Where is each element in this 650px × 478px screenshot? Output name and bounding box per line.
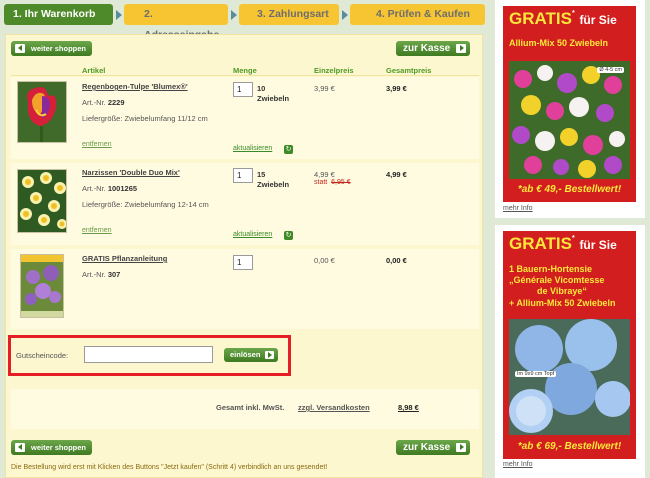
remove-item-link[interactable]: entfernen [82, 141, 112, 148]
table-row: Narzissen 'Double Duo Mix' Art.-Nr. 1001… [11, 163, 479, 245]
product-artnr: Art.-Nr. 1001265 [82, 184, 138, 193]
voucher-label: Gutscheincode: [16, 351, 69, 360]
product-artnr: Art.-Nr. 307 [82, 270, 121, 279]
checkout-steps: 1. Ihr Warenkorb 2. Adresseingabe 3. Zah… [0, 0, 488, 41]
table-row: GRATIS Pflanzanleitung Art.-Nr. 307 1 0,… [11, 249, 479, 329]
refresh-icon[interactable]: ↻ [284, 231, 293, 240]
quantity-unit: 15 Zwiebeln [257, 170, 290, 189]
weiter-shoppen-button-bottom[interactable]: weiter shoppen [11, 440, 93, 455]
arrow-right-icon [456, 44, 467, 53]
zur-kasse-button-top[interactable]: zur Kasse [396, 41, 471, 56]
unit-price: 3,99 € [314, 84, 335, 93]
quantity-unit: 10 Zwiebeln [257, 84, 290, 103]
promo-size-note: Ø 4-5 cm [597, 67, 624, 73]
promo-photo-hortensie: Im 9x9 cm Topf [509, 319, 630, 435]
promo-banner[interactable]: GRATIS* für Sie 1 Bauern-Hortensie „Géné… [503, 231, 636, 459]
order-summary: Gesamt inkl. MwSt. zzgl. Versandkosten 8… [11, 389, 479, 429]
grand-total: 8,98 € [398, 403, 419, 412]
refresh-icon[interactable]: ↻ [284, 145, 293, 154]
remove-item-link[interactable]: entfernen [82, 227, 112, 234]
product-name-link[interactable]: Narzissen 'Double Duo Mix' [82, 168, 180, 177]
promo-photo-allium: Ø 4-5 cm [509, 61, 630, 179]
weiter-shoppen-button-top[interactable]: weiter shoppen [11, 41, 93, 56]
update-quantity-link[interactable]: aktualisieren [233, 145, 272, 152]
product-artnr: Art.-Nr. 2229 [82, 98, 125, 107]
mehr-info-link[interactable]: mehr Info [503, 461, 533, 468]
promo-gratis-heading: GRATIS* für Sie [509, 9, 617, 28]
weiter-shoppen-label: weiter shoppen [31, 44, 87, 53]
col-gesamtpreis: Gesamtpreis [386, 66, 432, 75]
table-row: Regenbogen-Tulpe 'Blumex®' Art.-Nr. 2229… [11, 77, 479, 159]
promo-title: Allium-Mix 50 Zwiebeln [509, 38, 609, 48]
quantity-input[interactable]: 1 [233, 168, 253, 183]
update-quantity-link[interactable]: aktualisieren [233, 231, 272, 238]
step-3-zahlungsart[interactable]: 3. Zahlungsart [239, 4, 339, 25]
zur-kasse-label: zur Kasse [403, 43, 451, 54]
product-image-tulip[interactable] [17, 81, 67, 143]
arrow-left-icon [15, 443, 25, 452]
zur-kasse-label: zur Kasse [403, 442, 451, 453]
old-price: statt 6,95 € [314, 179, 351, 186]
product-image-pflanzanleitung[interactable] [20, 254, 64, 318]
quantity-input[interactable]: 1 [233, 82, 253, 97]
step-1-warenkorb[interactable]: 1. Ihr Warenkorb [4, 4, 113, 25]
promo-title-line-1: 1 Bauern-Hortensie [509, 264, 593, 274]
product-image-narcissus[interactable] [17, 169, 67, 233]
step-arrow-icon [116, 10, 122, 20]
weiter-shoppen-label: weiter shoppen [31, 443, 87, 452]
product-name-link[interactable]: GRATIS Pflanzanleitung [82, 254, 167, 263]
einloesen-button[interactable]: einlösen [224, 348, 279, 362]
step-arrow-icon [231, 10, 237, 20]
mehr-info-link[interactable]: mehr Info [503, 205, 533, 212]
step-2-adresseingabe[interactable]: 2. Adresseingabe [124, 4, 228, 41]
shopping-cart: weiter shoppen zur Kasse Artikel Menge E… [5, 34, 483, 478]
versandkosten-link[interactable]: zzgl. Versandkosten [298, 403, 370, 412]
voucher-section: Gutscheincode: einlösen [8, 335, 291, 376]
step-arrow-icon [342, 10, 348, 20]
zur-kasse-button-bottom[interactable]: zur Kasse [396, 440, 471, 455]
promo-title-line-3: de Vibraye“ [537, 286, 587, 296]
line-total: 4,99 € [386, 170, 407, 179]
promo-gratis-heading: GRATIS* für Sie [509, 234, 617, 253]
col-menge: Menge [233, 66, 257, 75]
order-notice: Die Bestellung wird erst mit Klicken des… [11, 464, 328, 471]
arrow-right-icon [265, 351, 275, 359]
promo-min-order: *ab € 69,- Bestellwert! [517, 441, 622, 452]
product-liefergroesse: Liefergröße: Zwiebelumfang 11/12 cm [82, 114, 208, 123]
line-total: 0,00 € [386, 256, 407, 265]
arrow-left-icon [15, 44, 25, 53]
col-artikel: Artikel [82, 66, 106, 75]
unit-price: 4,99 € [314, 170, 335, 179]
step-4-pruefen-kaufen[interactable]: 4. Prüfen & Kaufen [350, 4, 485, 25]
promo-min-order: *ab € 49,- Bestellwert! [517, 184, 622, 195]
promo-ad-hortensie[interactable]: GRATIS* für Sie 1 Bauern-Hortensie „Géné… [495, 225, 645, 478]
unit-price: 0,00 € [314, 256, 335, 265]
promo-title-line-2: „Générale Vicomtesse [509, 275, 605, 285]
header-divider [11, 75, 479, 76]
promo-ad-allium[interactable]: GRATIS* für Sie Allium-Mix 50 Zwiebeln Ø… [495, 0, 645, 218]
voucher-code-input[interactable] [84, 346, 213, 363]
total-label: Gesamt inkl. MwSt. [216, 403, 285, 412]
quantity-input[interactable]: 1 [233, 255, 253, 270]
promo-banner[interactable]: GRATIS* für Sie Allium-Mix 50 Zwiebeln Ø… [503, 6, 636, 202]
einloesen-label: einlösen [230, 350, 261, 359]
col-einzelpreis: Einzelpreis [314, 66, 354, 75]
arrow-right-icon [456, 443, 467, 452]
promo-title-line-4: + Allium-Mix 50 Zwiebeln [509, 298, 616, 308]
product-name-link[interactable]: Regenbogen-Tulpe 'Blumex®' [82, 82, 188, 91]
line-total: 3,99 € [386, 84, 407, 93]
product-liefergroesse: Liefergröße: Zwiebelumfang 12-14 cm [82, 200, 209, 209]
promo-pot-note: Im 9x9 cm Topf [515, 371, 557, 377]
